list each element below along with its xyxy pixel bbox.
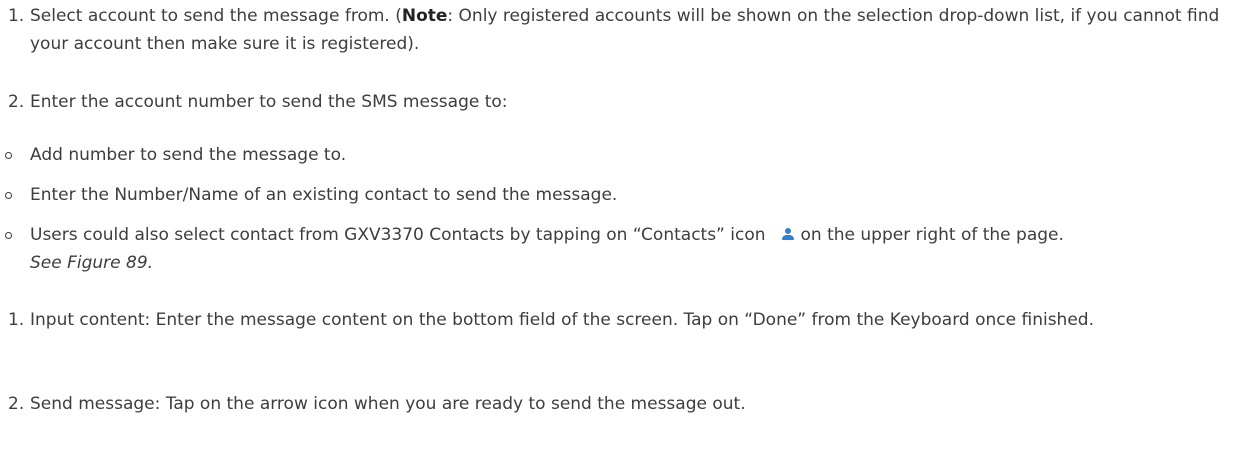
bullet-text: Add number to send the message to.	[30, 145, 347, 165]
list-number: 2.	[8, 92, 25, 112]
note-label: Note	[401, 6, 448, 26]
bullet-text: Enter the Number/Name of an existing con…	[30, 185, 618, 205]
bullet-text: Users could also select contact from GXV…	[30, 221, 1242, 277]
list-item-text: Enter the account number to send the SMS…	[30, 92, 508, 112]
document: 1. Select account to send the message fr…	[0, 0, 1246, 459]
contacts-icon	[781, 228, 794, 241]
list-number: 1.	[8, 310, 25, 330]
bullet-circle	[5, 232, 12, 239]
bullet-text-after: on the upper right of the page.	[800, 225, 1064, 245]
bullet-circle	[5, 152, 12, 159]
list-number: 2.	[8, 394, 25, 414]
text-before-note: Select account to send the message from.…	[30, 6, 402, 26]
bullet-circle	[5, 192, 12, 199]
list-number: 1.	[8, 6, 25, 26]
list-item-text: Send message: Tap on the arrow icon when…	[30, 394, 746, 414]
list-item-text: Select account to send the message from.…	[30, 2, 1242, 58]
list-item-text: Input content: Enter the message content…	[30, 310, 1094, 330]
figure-reference: See Figure 89.	[30, 253, 154, 273]
bullet-text-before: Users could also select contact from GXV…	[30, 225, 766, 245]
